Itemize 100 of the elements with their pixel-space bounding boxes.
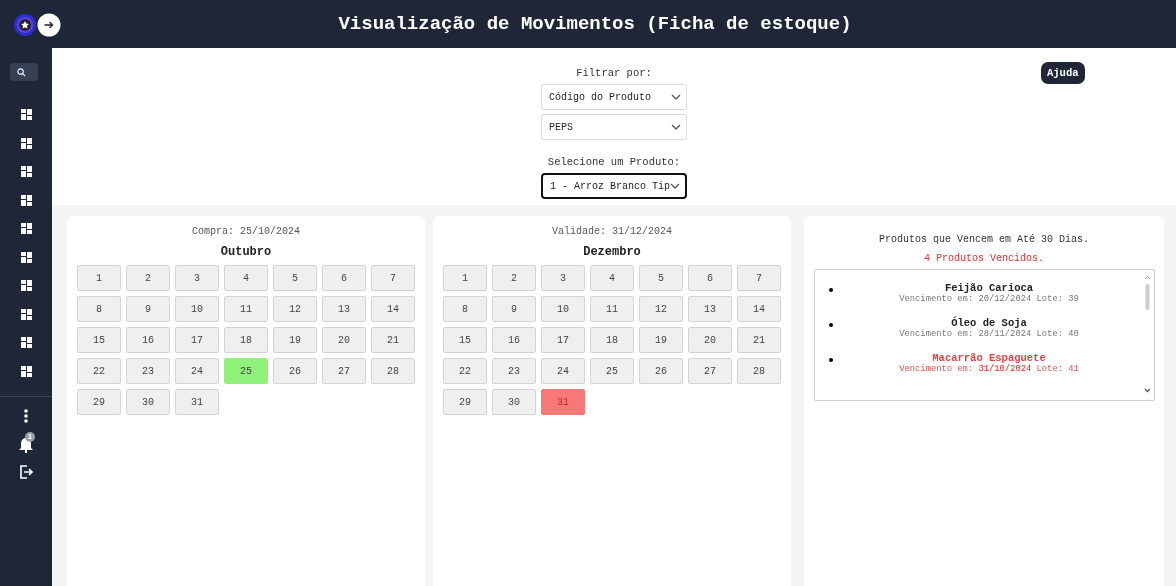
day-button[interactable]: 13 [322,296,366,322]
day-button[interactable]: 17 [175,327,219,353]
logout-icon[interactable] [19,464,33,479]
day-button[interactable]: 8 [77,296,121,322]
day-button[interactable]: 22 [77,358,121,384]
day-button[interactable]: 19 [273,327,317,353]
calendar-caption: Validade: 31/12/2024 [552,226,672,237]
day-button[interactable]: 20 [322,327,366,353]
day-button[interactable]: 13 [688,296,732,322]
day-button[interactable]: 3 [541,265,585,291]
day-button[interactable]: 16 [492,327,536,353]
day-button[interactable]: 15 [77,327,121,353]
day-button[interactable]: 18 [590,327,634,353]
search-icon [16,67,26,77]
day-button[interactable]: 24 [541,358,585,384]
day-button[interactable]: 21 [371,327,415,353]
calendar-caption: Compra: 25/10/2024 [192,226,300,237]
day-button[interactable]: 31 [175,389,219,415]
day-button[interactable]: 30 [126,389,170,415]
day-button[interactable]: 19 [639,327,683,353]
logo-icon [13,13,37,37]
chevron-down-icon [671,124,681,130]
chevron-down-icon [671,94,681,100]
day-button[interactable]: 12 [273,296,317,322]
grid-icon[interactable] [20,109,32,120]
day-button[interactable]: 27 [688,358,732,384]
day-button[interactable]: 3 [175,265,219,291]
day-button[interactable]: 17 [541,327,585,353]
grid-icon[interactable] [20,337,32,348]
day-button[interactable]: 21 [737,327,781,353]
day-button[interactable]: 14 [737,296,781,322]
grid-icon[interactable] [20,137,32,149]
day-button[interactable]: 2 [126,265,170,291]
grid-icon[interactable] [20,223,32,234]
section-title: Produtos que Vencem em Até 30 Dias. [878,234,1089,245]
day-button[interactable]: 26 [639,358,683,384]
search-button[interactable] [9,63,38,81]
day-button[interactable]: 22 [443,358,487,384]
bullet-icon [828,323,833,327]
day-button[interactable]: 4 [590,265,634,291]
filter-select[interactable]: PEPS [541,114,687,140]
grid-icon[interactable] [20,166,32,177]
product-label: Selecione um Produto: [547,156,681,168]
day-button[interactable]: 1 [77,265,121,291]
month-name: Outubro [220,245,272,259]
grid-icon[interactable] [20,194,32,206]
day-button[interactable]: 10 [175,296,219,322]
day-button[interactable]: 28 [737,358,781,384]
grid-icon[interactable] [20,365,32,377]
day-button[interactable]: 5 [639,265,683,291]
bullet-icon [828,288,833,292]
day-button[interactable]: 7 [371,265,415,291]
day-button[interactable]: 30 [492,389,536,415]
day-button[interactable]: 29 [77,389,121,415]
day-button[interactable]: 23 [126,358,170,384]
grid-icon[interactable] [20,308,32,320]
day-button[interactable]: 1 [443,265,487,291]
arrow-right-icon[interactable] [37,13,61,37]
day-button[interactable]: 6 [688,265,732,291]
day-button[interactable]: 11 [224,296,268,322]
filter-label: Filtrar por: [576,67,652,79]
day-button[interactable]: 18 [224,327,268,353]
product-select[interactable]: 1 - Arroz Branco Tip [541,173,687,199]
day-button[interactable]: 25 [224,358,268,384]
page-title: Visualização de Movimentos (Ficha de estoque) [337,13,852,35]
day-button[interactable]: 27 [322,358,366,384]
notification-badge: 1 [25,431,35,442]
day-button[interactable]: 26 [273,358,317,384]
day-button[interactable]: 20 [688,327,732,353]
day-button[interactable]: 29 [443,389,487,415]
day-button[interactable]: 28 [371,358,415,384]
day-button[interactable]: 16 [126,327,170,353]
product-name: Feijão Carioca [944,282,1034,294]
more-icon[interactable] [24,408,28,423]
chevron-down-icon [670,183,680,189]
help-button[interactable]: Ajuda [1041,62,1085,84]
day-button[interactable]: 24 [175,358,219,384]
month-name: Dezembro [583,245,641,259]
day-button[interactable]: 11 [590,296,634,322]
day-button[interactable]: 4 [224,265,268,291]
day-button[interactable]: 15 [443,327,487,353]
product-name: Óleo de Soja [951,317,1027,329]
day-button[interactable]: 23 [492,358,536,384]
expiry-info: Vencimento em: 20/12/2024 Lote: 39 [899,294,1079,304]
expiry-info: Vencimento em: 31/10/2024 Lote: 41 [899,364,1079,374]
product-name: Macarrão Espaguete [932,352,1046,364]
grid-icon[interactable] [20,251,32,263]
day-button[interactable]: 2 [492,265,536,291]
day-button[interactable]: 6 [322,265,366,291]
day-button[interactable]: 5 [273,265,317,291]
day-button[interactable]: 25 [590,358,634,384]
day-button[interactable]: 7 [737,265,781,291]
day-button[interactable]: 10 [541,296,585,322]
grid-icon[interactable] [20,280,32,291]
day-button[interactable]: 8 [443,296,487,322]
day-button[interactable]: 14 [371,296,415,322]
day-button[interactable]: 9 [492,296,536,322]
filter-select[interactable]: Código do Produto [541,84,687,110]
day-button[interactable]: 12 [639,296,683,322]
day-button[interactable]: 9 [126,296,170,322]
